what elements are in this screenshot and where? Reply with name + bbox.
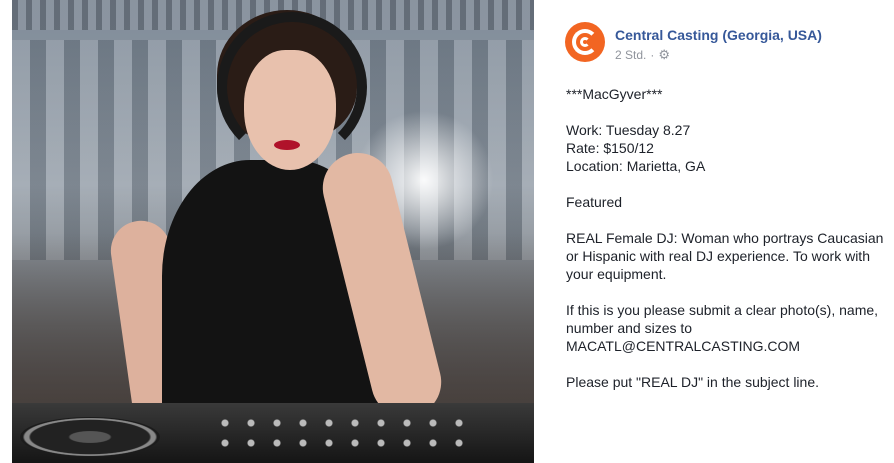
role-description: REAL Female DJ: Woman who portrays Cauca…	[566, 230, 884, 282]
featured-label: Featured	[566, 194, 623, 210]
turntable	[20, 417, 160, 457]
post-subline: 2 Std. · ⚙	[615, 48, 822, 62]
post-panel: Central Casting (Georgia, USA) 2 Std. · …	[550, 0, 894, 463]
post-title: ***MacGyver***	[566, 86, 663, 102]
central-casting-logo-icon	[572, 29, 598, 55]
page-name-link[interactable]: Central Casting (Georgia, USA)	[615, 26, 822, 44]
mixer-knobs	[212, 413, 472, 453]
separator: ·	[650, 48, 655, 62]
post-timestamp[interactable]: 2 Std.	[615, 48, 646, 62]
submission-instructions: If this is you please submit a clear pho…	[566, 302, 879, 354]
post-meta: Central Casting (Georgia, USA) 2 Std. · …	[615, 26, 822, 62]
headphones-icon	[217, 12, 367, 162]
post-view: Central Casting (Georgia, USA) 2 Std. · …	[0, 0, 894, 463]
post-body: ***MacGyver*** Work: Tuesday 8.27 Rate: …	[566, 85, 894, 409]
media-panel	[0, 0, 550, 463]
post-header: Central Casting (Georgia, USA) 2 Std. · …	[565, 22, 822, 62]
location-line: Location: Marietta, GA	[566, 158, 706, 174]
rate-line: Rate: $150/12	[566, 140, 654, 156]
work-line: Work: Tuesday 8.27	[566, 122, 691, 138]
gear-icon[interactable]: ⚙	[658, 48, 670, 61]
dj-photo[interactable]	[12, 0, 534, 463]
job-details: Work: Tuesday 8.27 Rate: $150/12 Locatio…	[566, 121, 894, 175]
page-avatar[interactable]	[565, 22, 605, 62]
subject-line-note: Please put "REAL DJ" in the subject line…	[566, 374, 819, 390]
